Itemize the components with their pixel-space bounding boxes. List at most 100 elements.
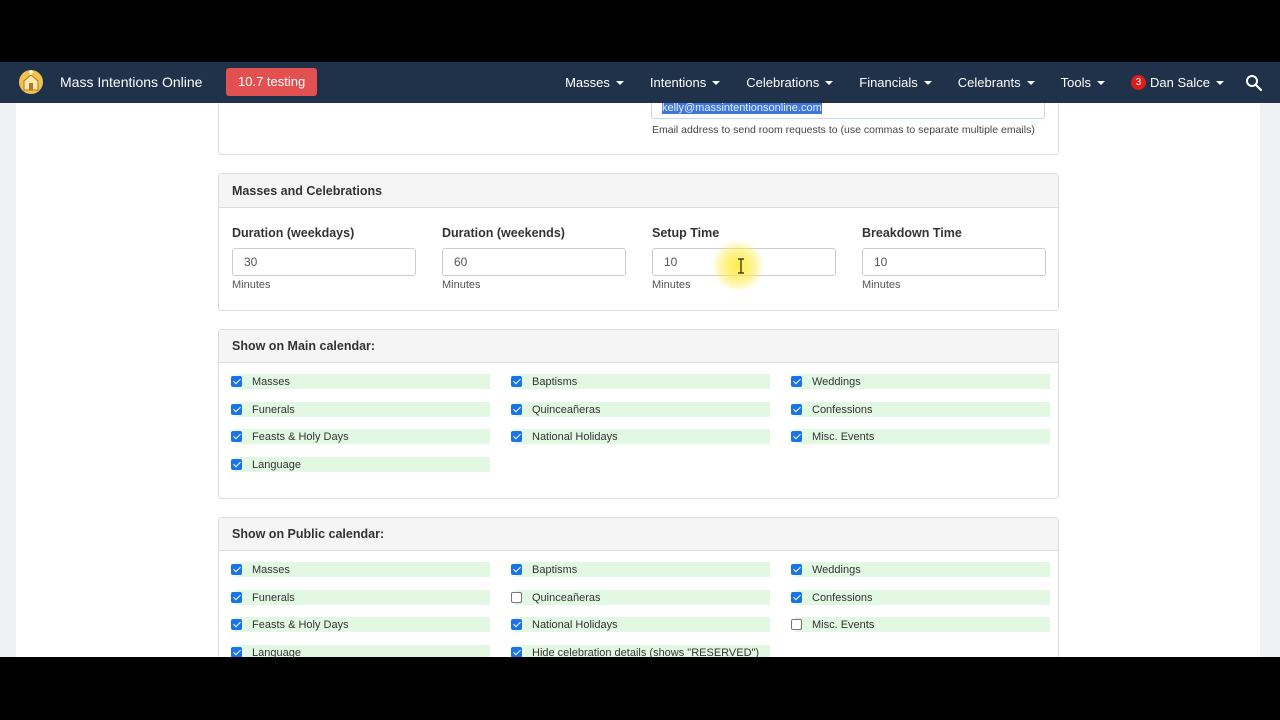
- notification-count-badge[interactable]: 3: [1131, 75, 1147, 90]
- checkbox-checked-icon[interactable]: [791, 404, 802, 415]
- duration-weekdays-input[interactable]: 30: [232, 248, 416, 276]
- panel-title: Show on Main calendar:: [219, 330, 1058, 363]
- checkbox-label: Masses: [252, 563, 290, 576]
- caret-down-icon: [1097, 80, 1106, 85]
- checkbox-checked-icon[interactable]: [231, 404, 242, 415]
- breakdown-time-field: Breakdown Time 10 Minutes: [862, 226, 1047, 291]
- checkbox-label: Misc. Events: [812, 430, 875, 443]
- checkbox-label: Masses: [252, 375, 290, 388]
- top-navbar: Mass Intentions Online 10.7 testing Mass…: [0, 62, 1280, 103]
- checkbox-label: Feasts & Holy Days: [252, 618, 349, 631]
- checkbox-label: Baptisms: [532, 375, 578, 388]
- email-value: kelly@massintentionsonline.com: [662, 102, 822, 114]
- checkbox-label: Baptisms: [532, 563, 578, 576]
- menu-label: Celebrations: [746, 75, 820, 90]
- content-sheet: kelly@massintentionsonline.com Email add…: [16, 93, 1260, 658]
- checkbox-row[interactable]: Language: [231, 457, 490, 472]
- menu-celebrants[interactable]: Celebrants: [958, 75, 1035, 90]
- menu-financials[interactable]: Financials: [859, 75, 932, 90]
- checkbox-label: Language: [252, 458, 301, 471]
- checkbox-checked-icon[interactable]: [791, 376, 802, 387]
- checkbox-checked-icon[interactable]: [231, 619, 242, 630]
- checkbox-row[interactable]: Baptisms: [511, 562, 770, 577]
- app-viewport: Mass Intentions Online 10.7 testing Mass…: [0, 62, 1280, 657]
- church-logo-icon[interactable]: [16, 68, 46, 96]
- caret-down-icon: [615, 80, 624, 85]
- panel-title: Show on Public calendar:: [219, 518, 1058, 551]
- checkbox-checked-icon[interactable]: [231, 431, 242, 442]
- menu-label: Intentions: [649, 75, 707, 90]
- search-icon[interactable]: [1244, 73, 1264, 93]
- checkbox-row[interactable]: Language: [231, 645, 490, 658]
- menu-celebrations[interactable]: Celebrations: [746, 75, 834, 90]
- checkbox-label: Language: [252, 646, 301, 658]
- masses-celebrations-panel: Masses and Celebrations Duration (weekda…: [218, 173, 1059, 311]
- checkbox-row[interactable]: Quinceañeras: [511, 402, 770, 417]
- checkbox-row[interactable]: Confessions: [791, 590, 1050, 605]
- checkbox-unchecked-icon[interactable]: [791, 619, 802, 630]
- checkbox-checked-icon[interactable]: [231, 459, 242, 470]
- checkbox-row[interactable]: National Holidays: [511, 429, 770, 444]
- checkbox-checked-icon[interactable]: [511, 404, 522, 415]
- field-unit: Minutes: [232, 279, 271, 291]
- field-unit: Minutes: [862, 279, 901, 291]
- checkbox-row[interactable]: Weddings: [791, 374, 1050, 389]
- checkbox-row[interactable]: Confessions: [791, 402, 1050, 417]
- checkbox-checked-icon[interactable]: [231, 376, 242, 387]
- checkbox-label: National Holidays: [532, 618, 618, 631]
- checkbox-row[interactable]: Masses: [231, 562, 490, 577]
- checkbox-checked-icon[interactable]: [511, 619, 522, 630]
- user-name: Dan Salce: [1150, 75, 1210, 90]
- checkbox-row[interactable]: Funerals: [231, 590, 490, 605]
- menu-label: Celebrants: [957, 75, 1021, 90]
- caret-down-icon: [1216, 80, 1224, 85]
- field-label: Duration (weekdays): [232, 226, 355, 240]
- checkbox-row[interactable]: Misc. Events: [791, 617, 1050, 632]
- field-label: Setup Time: [652, 226, 720, 240]
- checkbox-checked-icon[interactable]: [231, 592, 242, 603]
- field-unit: Minutes: [652, 279, 691, 291]
- menu-label: Tools: [1060, 75, 1092, 90]
- checkbox-label: Weddings: [812, 563, 861, 576]
- checkbox-row[interactable]: Hide celebration details (shows "RESERVE…: [511, 645, 770, 657]
- checkbox-label: Quinceañeras: [532, 403, 601, 416]
- checkbox-checked-icon[interactable]: [231, 564, 242, 575]
- main-menu: Masses Intentions Celebrations Financial…: [539, 62, 1224, 103]
- version-badge[interactable]: 10.7 testing: [226, 68, 318, 96]
- checkbox-checked-icon[interactable]: [231, 647, 242, 657]
- checkbox-checked-icon[interactable]: [791, 592, 802, 603]
- menu-intentions[interactable]: Intentions: [649, 75, 721, 90]
- caret-down-icon: [712, 80, 721, 85]
- checkbox-row[interactable]: Misc. Events: [791, 429, 1050, 444]
- checkbox-label: Confessions: [812, 403, 873, 416]
- checkbox-row[interactable]: Quinceañeras: [511, 590, 770, 605]
- checkbox-row[interactable]: National Holidays: [511, 617, 770, 632]
- main-calendar-panel: Show on Main calendar: Masses Baptisms Wed…: [218, 329, 1059, 499]
- field-unit: Minutes: [442, 279, 481, 291]
- checkbox-checked-icon[interactable]: [511, 431, 522, 442]
- checkbox-checked-icon[interactable]: [511, 564, 522, 575]
- checkbox-row[interactable]: Weddings: [791, 562, 1050, 577]
- checkbox-label: Quinceañeras: [532, 591, 601, 604]
- checkbox-row[interactable]: Feasts & Holy Days: [231, 617, 490, 632]
- checkbox-checked-icon[interactable]: [511, 376, 522, 387]
- brand-name[interactable]: Mass Intentions Online: [60, 74, 202, 90]
- duration-weekdays-field: Duration (weekdays) 30 Minutes: [232, 226, 417, 291]
- duration-weekends-input[interactable]: 60: [442, 248, 626, 276]
- checkbox-checked-icon[interactable]: [791, 564, 802, 575]
- menu-tools[interactable]: Tools: [1060, 75, 1106, 90]
- menu-masses[interactable]: Masses: [565, 75, 624, 90]
- checkbox-row[interactable]: Baptisms: [511, 374, 770, 389]
- caret-down-icon: [923, 80, 932, 85]
- breakdown-time-input[interactable]: 10: [862, 248, 1046, 276]
- text-cursor-icon: [738, 258, 744, 274]
- checkbox-checked-icon[interactable]: [791, 431, 802, 442]
- checkbox-row[interactable]: Funerals: [231, 402, 490, 417]
- checkbox-checked-icon[interactable]: [511, 647, 522, 657]
- menu-label: Financials: [859, 75, 918, 90]
- checkbox-row[interactable]: Masses: [231, 374, 490, 389]
- checkbox-label: Confessions: [812, 591, 873, 604]
- checkbox-unchecked-icon[interactable]: [511, 592, 522, 603]
- checkbox-row[interactable]: Feasts & Holy Days: [231, 429, 490, 444]
- user-menu[interactable]: 3 Dan Salce: [1131, 75, 1224, 90]
